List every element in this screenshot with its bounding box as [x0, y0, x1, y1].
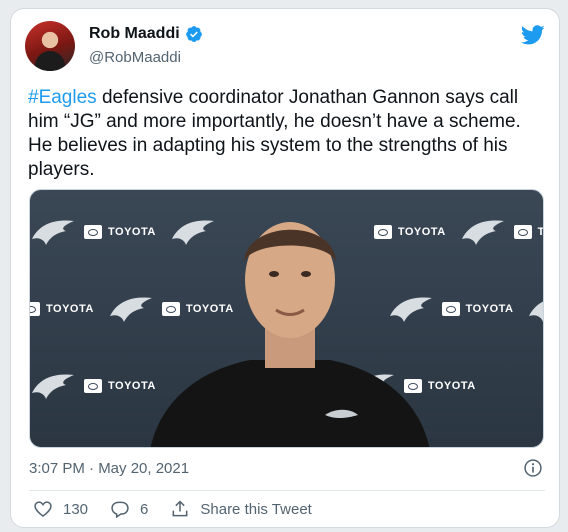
hashtag-link[interactable]: #Eagles	[28, 87, 97, 108]
reply-button[interactable]: 6	[110, 499, 148, 519]
avatar[interactable]	[25, 21, 75, 71]
heart-icon	[34, 501, 52, 518]
author-handle[interactable]: @RobMaaddi	[89, 49, 181, 66]
eagles-logo-icon	[32, 374, 74, 399]
author-row: Rob Maaddi	[89, 25, 203, 43]
like-count: 130	[63, 500, 89, 518]
toyota-logo: TOYOTA	[441, 302, 514, 316]
like-button[interactable]: 130	[33, 499, 88, 519]
toyota-logo: TOYOTA	[513, 225, 543, 239]
toyota-logo: TOYOTA	[30, 302, 94, 316]
share-button[interactable]: Share this Tweet	[170, 499, 312, 519]
tweet-timestamp[interactable]: 3:07 PM · May 20, 2021	[29, 460, 189, 477]
divider	[29, 490, 545, 491]
reply-icon	[111, 501, 129, 519]
twitter-bird-icon[interactable]	[521, 23, 545, 47]
tweet-actions: 130 6 Share this Tweet	[33, 499, 334, 519]
eagles-logo-icon	[461, 220, 504, 245]
info-icon[interactable]	[523, 458, 543, 478]
tweet-video-thumbnail[interactable]: TOYOTA TOYOTA TOYOTA TOYOTA TOYOTA TOYOT…	[29, 189, 544, 448]
verified-badge-icon	[185, 26, 202, 42]
share-label: Share this Tweet	[200, 500, 312, 518]
tweet-card: Rob Maaddi @RobMaaddi #Eagles defensive …	[10, 8, 560, 528]
share-icon	[172, 500, 188, 517]
eagles-logo-icon	[32, 220, 74, 245]
reply-count: 6	[140, 500, 149, 518]
eagles-logo-icon	[529, 302, 543, 321]
tweet-text: #Eagles defensive coordinator Jonathan G…	[28, 86, 548, 182]
tweet-body: defensive coordinator Jonathan Gannon sa…	[28, 87, 521, 180]
speaker-figure	[150, 222, 430, 447]
author-name[interactable]: Rob Maaddi	[89, 25, 180, 43]
